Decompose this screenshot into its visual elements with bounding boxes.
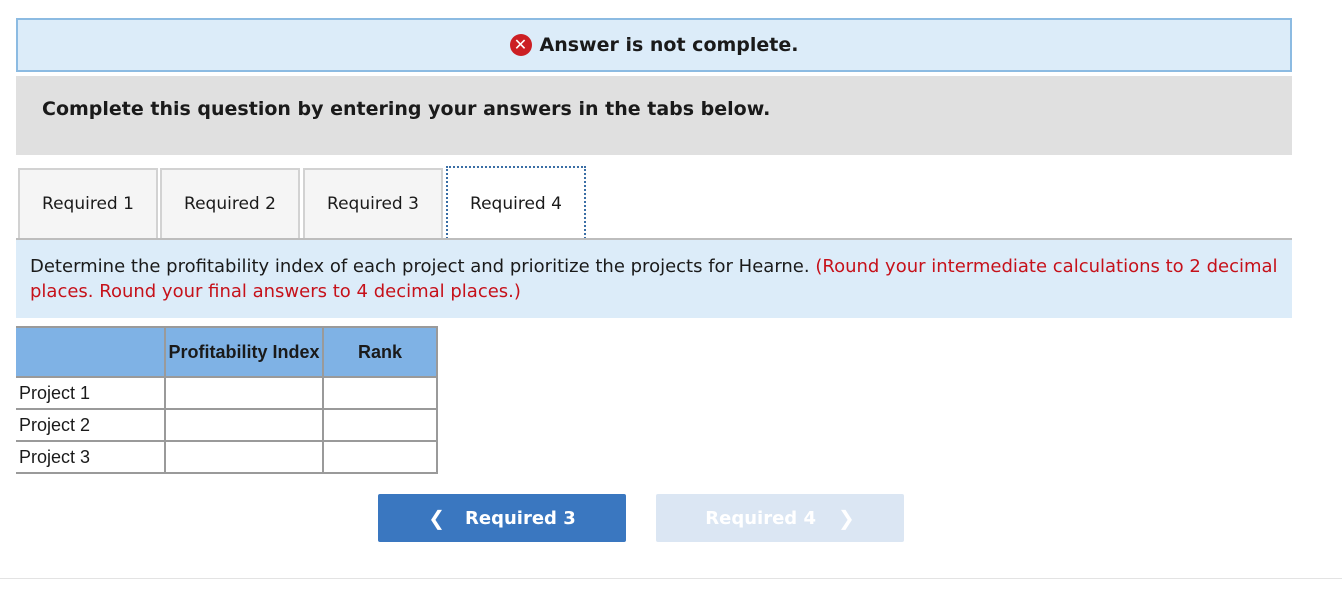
rank-input[interactable]	[324, 378, 436, 408]
tab-required-1[interactable]: Required 1	[18, 168, 158, 238]
tab-label: Required 3	[327, 194, 419, 214]
table-header-rank: Rank	[322, 326, 438, 378]
tab-required-4[interactable]: Required 4	[446, 166, 586, 239]
table-header-blank	[16, 326, 166, 378]
tab-label: Required 4	[470, 193, 562, 214]
profitability-index-cell[interactable]	[164, 376, 324, 410]
rank-cell[interactable]	[322, 440, 438, 474]
chevron-left-icon: ❮	[428, 506, 446, 530]
answer-status-banner: ✕ Answer is not complete.	[16, 18, 1292, 72]
chevron-right-icon: ❯	[837, 506, 855, 530]
next-button-label: Required 4	[705, 507, 816, 529]
previous-button-label: Required 3	[465, 507, 576, 529]
rank-cell[interactable]	[322, 376, 438, 410]
previous-tab-button[interactable]: ❮ Required 3	[378, 494, 626, 542]
tab-label: Required 1	[42, 194, 134, 214]
table-row: Project 2	[16, 408, 438, 442]
question-text: Determine the profitability index of eac…	[30, 256, 810, 277]
instructions-panel: Complete this question by entering your …	[16, 76, 1292, 155]
row-label: Project 2	[16, 408, 166, 442]
table-header-row: Profitability Index Rank	[16, 326, 438, 378]
profitability-index-cell[interactable]	[164, 408, 324, 442]
footer-divider	[0, 578, 1342, 579]
next-tab-button[interactable]: Required 4 ❯	[656, 494, 904, 542]
profitability-index-cell[interactable]	[164, 440, 324, 474]
rank-input[interactable]	[324, 442, 436, 472]
row-label: Project 1	[16, 376, 166, 410]
table-row: Project 1	[16, 376, 438, 410]
question-panel: Determine the profitability index of eac…	[16, 240, 1292, 318]
instructions-text: Complete this question by entering your …	[42, 97, 771, 120]
profitability-table: Profitability Index Rank Project 1 Proje…	[16, 326, 438, 474]
row-label: Project 3	[16, 440, 166, 474]
profitability-index-input[interactable]	[166, 410, 322, 440]
profitability-index-input[interactable]	[166, 442, 322, 472]
banner-message: Answer is not complete.	[539, 34, 799, 56]
rank-cell[interactable]	[322, 408, 438, 442]
tab-required-2[interactable]: Required 2	[160, 168, 300, 238]
x-circle-icon: ✕	[509, 34, 532, 56]
rank-input[interactable]	[324, 410, 436, 440]
tab-label: Required 2	[184, 194, 276, 214]
table-row: Project 3	[16, 440, 438, 474]
table-header-profitability-index: Profitability Index	[164, 326, 324, 378]
profitability-index-input[interactable]	[166, 378, 322, 408]
tab-required-3[interactable]: Required 3	[303, 168, 443, 238]
